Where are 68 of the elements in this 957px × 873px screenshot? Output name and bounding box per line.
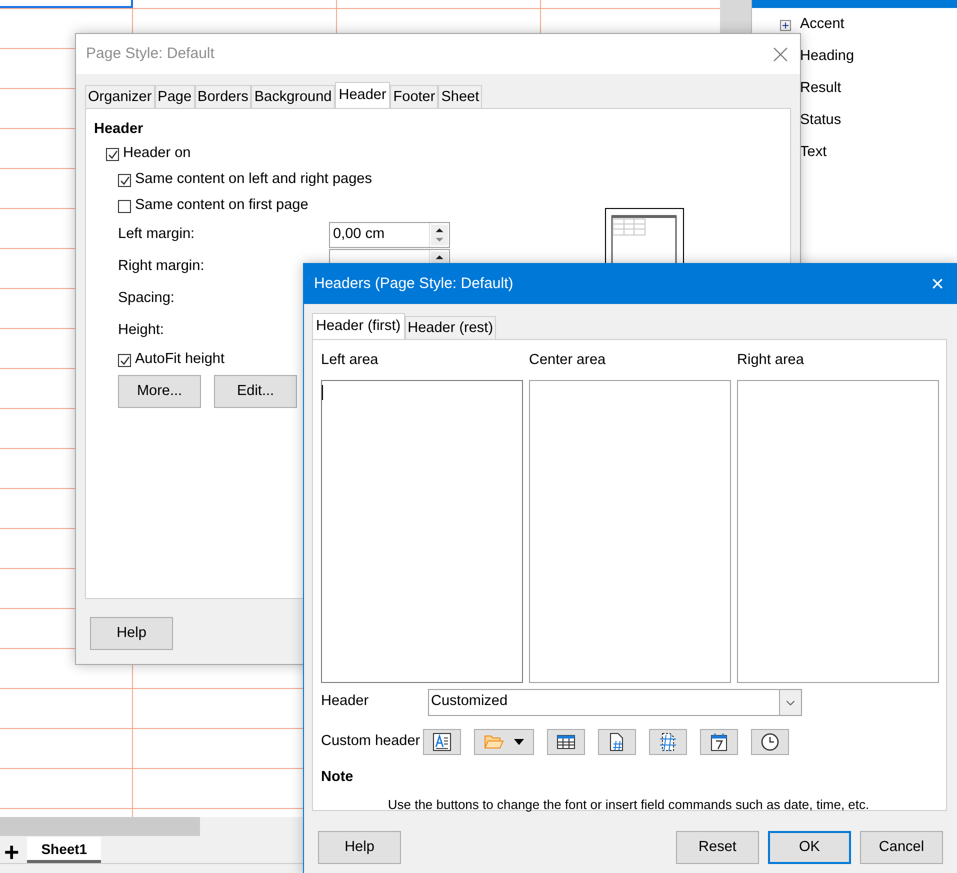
sheet-tab[interactable]: Sheet1: [27, 837, 102, 863]
close-button[interactable]: ×: [931, 274, 944, 294]
tab[interactable]: Header: [334, 82, 390, 108]
checkbox[interactable]: [118, 200, 131, 212]
field-label: Spacing:: [118, 289, 174, 308]
page-count-icon: [658, 732, 678, 752]
checkbox-label[interactable]: AutoFit height: [135, 349, 224, 371]
help-button[interactable]: Help: [90, 617, 173, 650]
toolbar-button[interactable]: [547, 729, 585, 755]
close-icon[interactable]: [773, 46, 788, 62]
toolbar-button[interactable]: [598, 729, 636, 755]
checkbox[interactable]: [106, 148, 119, 160]
tab[interactable]: Organizer: [85, 85, 155, 108]
checkbox[interactable]: [118, 354, 131, 366]
add-sheet-button[interactable]: +: [0, 841, 28, 863]
checkbox-label[interactable]: Header on: [123, 143, 191, 165]
field-label: Right margin:: [118, 258, 204, 274]
tab[interactable]: Sheet: [438, 85, 482, 108]
tab[interactable]: Borders: [194, 85, 252, 108]
note-heading: Note: [321, 768, 354, 787]
dialog-button[interactable]: More...: [118, 375, 201, 408]
tab[interactable]: Header (first): [312, 313, 405, 339]
help-button[interactable]: Help: [318, 831, 401, 864]
toolbar-button[interactable]: [751, 729, 789, 755]
toolbar-button[interactable]: [423, 729, 461, 755]
tab[interactable]: Background: [251, 85, 335, 108]
dialog-button[interactable]: Cancel: [860, 831, 943, 864]
folder-icon: [484, 733, 504, 751]
dropdown[interactable]: Customized: [428, 688, 802, 716]
style-item[interactable]: Result: [800, 78, 842, 100]
window-title: Page Style: Default: [86, 44, 214, 64]
expand-icon[interactable]: [780, 20, 791, 30]
dialog-button[interactable]: Edit...: [214, 375, 297, 408]
text-cursor: [322, 385, 323, 400]
tab[interactable]: Footer: [390, 85, 438, 108]
calendar-icon: [709, 732, 729, 752]
caret-icon: [514, 739, 524, 745]
field-label: Header: [321, 693, 369, 710]
scrollbar[interactable]: [0, 817, 200, 836]
text-format-icon: [432, 732, 452, 752]
window-title: Headers (Page Style: Default): [314, 274, 514, 294]
tab[interactable]: Header (rest): [404, 316, 496, 339]
style-item[interactable]: Status: [800, 110, 842, 132]
area-label: Center area: [529, 352, 606, 368]
dialog-button[interactable]: Reset: [676, 831, 759, 864]
spin-field[interactable]: 0,00 cm: [329, 222, 450, 248]
field-label: Height:: [118, 321, 164, 340]
field-label: Custom header: [321, 733, 420, 750]
field-label: Left margin:: [118, 226, 195, 242]
clock-icon: [760, 732, 780, 752]
spin-arrows-icon[interactable]: [429, 223, 449, 247]
toolbar-button[interactable]: [700, 729, 738, 755]
checkbox-label[interactable]: Same content on first page: [135, 195, 308, 217]
checkbox-label[interactable]: Same content on left and right pages: [135, 169, 372, 191]
table-icon: [556, 733, 576, 751]
dialog-button[interactable]: OK: [768, 831, 851, 864]
area-label: Right area: [737, 352, 804, 368]
style-item[interactable]: Heading: [800, 46, 854, 68]
checkbox[interactable]: [118, 174, 131, 186]
area-label: Left area: [321, 352, 378, 368]
note-text: Use the buttons to change the font or insert field commands such as date, time, etc.: [386, 796, 870, 814]
spin-field[interactable]: [329, 249, 450, 264]
tab[interactable]: Page: [154, 85, 195, 108]
page-number-icon: [608, 732, 626, 752]
style-item[interactable]: Accent: [800, 14, 844, 36]
style-item[interactable]: Text: [800, 142, 827, 164]
toolbar-button[interactable]: [649, 729, 687, 755]
section-heading: Header: [94, 120, 144, 139]
